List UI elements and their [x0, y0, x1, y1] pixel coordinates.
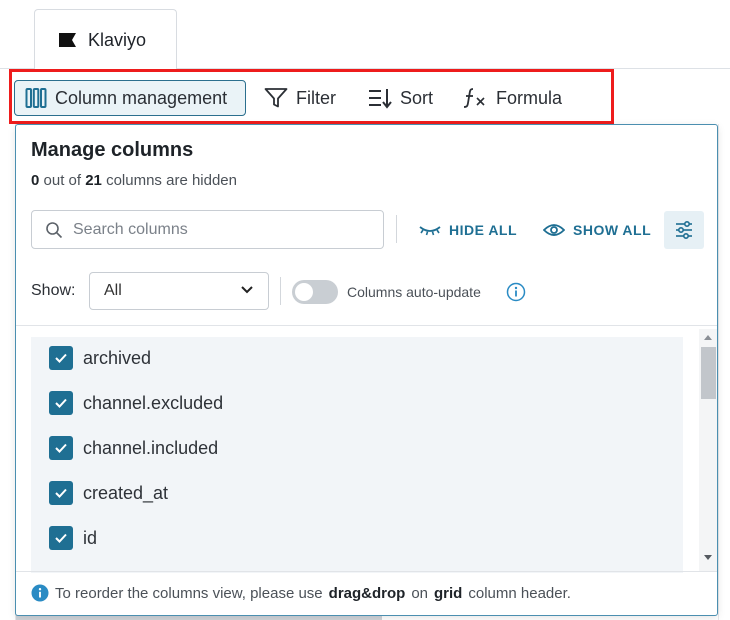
app-window: Klaviyo Column management Filter Sort Fo… [0, 0, 730, 620]
footer-divider [16, 571, 717, 572]
check-icon [55, 443, 67, 453]
panel-title: Manage columns [31, 139, 194, 161]
total-count: 21 [85, 172, 102, 189]
column-management-label: Column management [55, 87, 228, 108]
footer-suffix: column header. [468, 584, 571, 602]
sliders-icon [676, 220, 692, 240]
check-icon [55, 488, 67, 498]
footer-hint: To reorder the columns view, please use … [31, 584, 571, 602]
hide-all-label: HIDE ALL [449, 222, 518, 238]
show-divider [280, 277, 281, 305]
list-scrollbar[interactable] [699, 329, 717, 571]
panel-divider [16, 325, 717, 326]
show-filter-select[interactable]: All [89, 272, 269, 310]
chevron-down-icon [241, 286, 253, 294]
toggle-knob [295, 283, 313, 301]
column-name: created_at [83, 482, 169, 503]
check-icon [55, 353, 67, 363]
info-icon[interactable] [506, 282, 526, 302]
scrollbar-thumb[interactable] [701, 347, 716, 399]
search-icon [46, 221, 63, 238]
footer-mid: on [411, 584, 429, 602]
column-name: id [83, 527, 98, 548]
show-filter-value: All [104, 282, 122, 299]
columns-icon [25, 88, 47, 108]
scroll-up-arrow-icon[interactable] [704, 334, 712, 340]
list-item[interactable]: archived [49, 344, 151, 372]
columns-list: archived channel.excluded channel.includ… [31, 337, 683, 573]
manage-columns-panel: Manage columns 0 out of 21 columns are h… [15, 124, 718, 616]
list-item[interactable]: created_at [49, 479, 168, 507]
column-name: channel.excluded [83, 392, 224, 413]
eye-closed-icon [419, 226, 441, 236]
formula-label: Formula [496, 87, 563, 108]
toolbar: Column management Filter Sort Formula [0, 70, 730, 124]
search-box [31, 210, 384, 249]
column-checkbox[interactable] [49, 346, 73, 370]
column-name: archived [83, 347, 152, 368]
flag-icon [59, 33, 76, 47]
footer-prefix: To reorder the columns view, please use [55, 584, 323, 602]
show-all-button[interactable]: SHOW ALL [543, 217, 651, 243]
tab-klaviyo[interactable]: Klaviyo [34, 9, 177, 70]
footer-bold-grid: grid [434, 584, 463, 602]
column-settings-button[interactable] [664, 211, 704, 249]
list-item[interactable]: channel.included [49, 434, 218, 462]
hidden-suffix: columns are hidden [106, 172, 237, 189]
formula-button[interactable]: Formula [462, 80, 562, 116]
formula-icon [463, 88, 485, 108]
hidden-mid: out of [43, 172, 82, 189]
sort-button[interactable]: Sort [368, 80, 433, 116]
info-filled-icon [31, 584, 49, 602]
column-name: channel.included [83, 437, 219, 458]
show-filter-label: Show: [31, 282, 76, 299]
auto-update-label: Columns auto-update [347, 284, 481, 300]
filter-button[interactable]: Filter [264, 80, 336, 116]
sort-label: Sort [400, 87, 434, 108]
list-item[interactable]: id [49, 524, 97, 552]
column-checkbox[interactable] [49, 526, 73, 550]
scroll-down-arrow-icon[interactable] [704, 555, 712, 561]
footer-bold-dragdrop: drag&drop [328, 584, 406, 602]
column-checkbox[interactable] [49, 481, 73, 505]
hidden-count: 0 [31, 172, 40, 189]
check-icon [55, 533, 67, 543]
hidden-columns-summary: 0 out of 21 columns are hidden [31, 172, 237, 189]
show-all-label: SHOW ALL [573, 222, 652, 238]
list-item[interactable]: channel.excluded [49, 389, 223, 417]
grid-background-right [718, 124, 730, 620]
search-divider [396, 215, 397, 243]
column-management-button[interactable]: Column management [14, 80, 246, 116]
column-checkbox[interactable] [49, 436, 73, 460]
hide-all-button[interactable]: HIDE ALL [419, 217, 517, 243]
check-icon [55, 398, 67, 408]
filter-label: Filter [296, 87, 336, 108]
tab-bar: Klaviyo [0, 0, 730, 70]
filter-icon [264, 88, 288, 108]
tab-label: Klaviyo [88, 29, 147, 50]
grid-background-left [0, 124, 16, 620]
auto-update-toggle[interactable] [292, 280, 338, 304]
search-input[interactable] [73, 220, 353, 239]
eye-icon [543, 224, 565, 236]
column-checkbox[interactable] [49, 391, 73, 415]
sort-icon [369, 89, 392, 109]
